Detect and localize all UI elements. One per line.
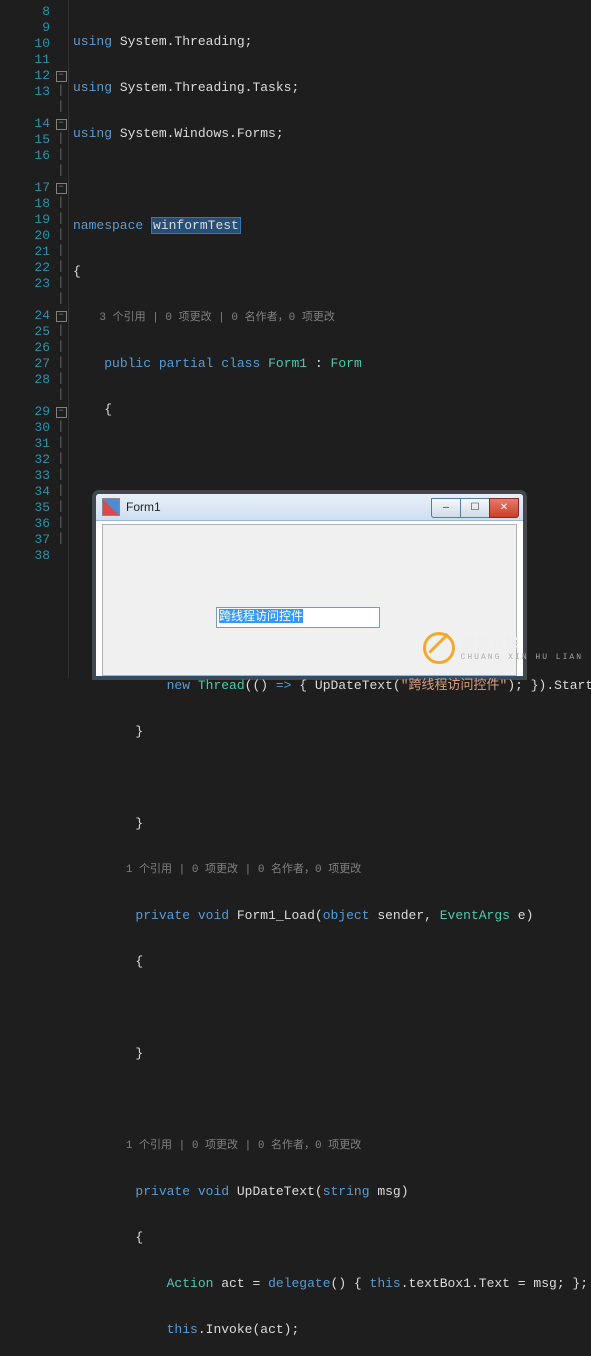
line-number: 38 (0, 548, 54, 564)
line-number: 26 (0, 340, 54, 356)
line-number-blank: . (0, 292, 54, 308)
titlebar[interactable]: Form1 — ☐ ✕ (96, 494, 523, 521)
codelens[interactable]: 1 个引用 | 0 项更改 | 0 名作者，0 项更改 (126, 864, 361, 876)
fold-toggle[interactable]: − (54, 116, 68, 132)
window-title: Form1 (126, 500, 431, 514)
line-number: 13 (0, 84, 54, 100)
fold-toggle[interactable]: − (54, 308, 68, 324)
line-number: 28 (0, 372, 54, 388)
line-number: 33 (0, 468, 54, 484)
fold-toggle[interactable]: − (54, 180, 68, 196)
line-number: 8 (0, 4, 54, 20)
line-number: 36 (0, 516, 54, 532)
line-number: 11 (0, 52, 54, 68)
line-number: 32 (0, 452, 54, 468)
line-number-blank: . (0, 100, 54, 116)
line-number: 17 (0, 180, 54, 196)
line-number: 34 (0, 484, 54, 500)
codelens[interactable]: 1 个引用 | 0 项更改 | 0 名作者，0 项更改 (126, 1140, 361, 1152)
line-number: 37 (0, 532, 54, 548)
fold-toggle[interactable]: − (54, 404, 68, 420)
textbox-selected-text: 跨线程访问控件 (219, 609, 303, 623)
line-number-blank: . (0, 388, 54, 404)
line-number: 35 (0, 500, 54, 516)
fold-column: − ││ − │││ − │││││││ − │││││ − ││││││││ (54, 0, 69, 678)
line-number: 20 (0, 228, 54, 244)
minimize-button[interactable]: — (431, 498, 460, 518)
line-number: 18 (0, 196, 54, 212)
watermark-subtext: CHUANG XIN HU LIAN (461, 653, 583, 663)
line-number: 16 (0, 148, 54, 164)
line-number: 22 (0, 260, 54, 276)
codelens[interactable]: 3 个引用 | 0 项更改 | 0 名作者，0 项更改 (99, 312, 334, 324)
line-number: 29 (0, 404, 54, 420)
line-number: 10 (0, 36, 54, 52)
line-number: 14 (0, 116, 54, 132)
watermark-icon (416, 625, 461, 670)
close-button[interactable]: ✕ (489, 498, 519, 518)
line-number-blank: . (0, 164, 54, 180)
namespace-highlight: winformTest (151, 217, 241, 234)
fold-toggle[interactable]: − (54, 68, 68, 84)
line-number: 21 (0, 244, 54, 260)
line-number: 24 (0, 308, 54, 324)
line-number: 23 (0, 276, 54, 292)
app-icon (102, 498, 120, 516)
line-number: 12 (0, 68, 54, 84)
line-number-gutter: 8 9 10 11 12 13 . 14 15 16 . 17 18 19 20… (0, 0, 54, 678)
line-number: 25 (0, 324, 54, 340)
maximize-button[interactable]: ☐ (460, 498, 489, 518)
line-number: 31 (0, 436, 54, 452)
line-number: 19 (0, 212, 54, 228)
watermark: 创新互联 CHUANG XIN HU LIAN (423, 632, 583, 664)
textbox1[interactable]: 跨线程访问控件 (216, 607, 380, 628)
line-number: 15 (0, 132, 54, 148)
line-number: 27 (0, 356, 54, 372)
line-number: 30 (0, 420, 54, 436)
watermark-text: 创新互联 (461, 635, 521, 651)
line-number: 9 (0, 20, 54, 36)
